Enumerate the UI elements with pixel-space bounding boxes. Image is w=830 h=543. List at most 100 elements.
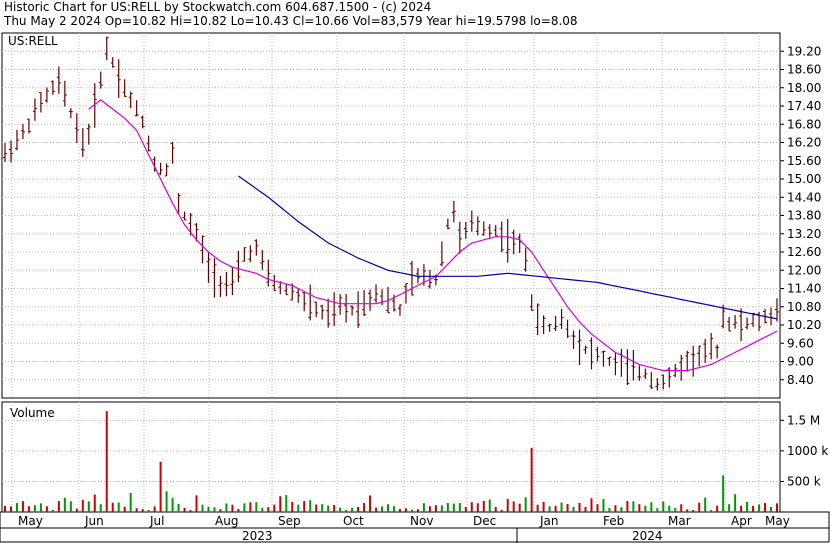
volume-bar (758, 504, 761, 512)
volume-bar (566, 504, 569, 512)
volume-bar (626, 501, 629, 512)
month-label: Feb (603, 514, 624, 528)
volume-bar (27, 506, 30, 512)
volume-bar (452, 503, 455, 512)
volume-bar (572, 506, 575, 512)
volume-bar (267, 507, 270, 512)
volume-bar (63, 497, 66, 512)
volume-bar (285, 495, 288, 512)
volume-bar (381, 506, 384, 512)
month-label: Nov (410, 514, 433, 528)
volume-bar (297, 504, 300, 512)
month-label: Apr (731, 514, 752, 528)
volume-bar (752, 505, 755, 512)
month-label: Oct (343, 514, 364, 528)
price-tick-label: 15.60 (787, 154, 821, 168)
volume-bar (309, 500, 312, 512)
volume-bar (590, 498, 593, 512)
volume-bar (201, 504, 204, 512)
volume-bar (734, 494, 737, 512)
volume-bar (674, 507, 677, 512)
volume-bar (189, 510, 192, 512)
volume-bar (9, 506, 12, 512)
volume-bar (602, 498, 605, 512)
month-label: Jan (539, 514, 559, 528)
price-tick-label: 11.40 (787, 282, 821, 296)
volume-bar (596, 504, 599, 512)
volume-bar (470, 502, 473, 512)
volume-bar (548, 506, 551, 512)
volume-bar (81, 499, 84, 512)
volume-bar (500, 509, 503, 512)
volume-bar (398, 508, 401, 512)
volume-bar (303, 501, 306, 512)
volume-bar (21, 501, 24, 512)
volume-bar (512, 501, 515, 512)
volume-tick-label: 1.5 M (787, 413, 820, 427)
volume-bar (644, 505, 647, 512)
price-volume-chart: 19.20 18.60 18.00 17.40 16.80 16.20 15.60 15.00… (0, 32, 830, 543)
volume-bar (494, 506, 497, 512)
volume-bar (434, 505, 437, 512)
volume-bar (746, 501, 749, 512)
price-tick-label: 14.40 (787, 190, 821, 204)
volume-panel-frame (1, 401, 781, 513)
volume-bar (638, 504, 641, 512)
volume-bar (428, 506, 431, 512)
month-label: Jul (149, 514, 164, 528)
volume-bar (608, 507, 611, 512)
volume-bar (105, 411, 108, 512)
volume-bar (147, 510, 150, 512)
price-tick-label: 10.20 (787, 318, 821, 332)
volume-bar (15, 503, 18, 512)
volume-bar (722, 475, 725, 512)
month-label: Dec (473, 514, 496, 528)
price-tick-label: 19.20 (787, 44, 821, 58)
month-label: Sep (278, 514, 301, 528)
volume-bar (69, 501, 72, 512)
volume-bar (237, 508, 240, 512)
ma-short-line (88, 99, 778, 372)
volume-bar (668, 505, 671, 512)
volume-bar (219, 509, 222, 512)
price-tick-label: 18.60 (787, 63, 821, 77)
volume-bar (339, 507, 342, 512)
volume-bar (363, 503, 366, 512)
month-label: Jun (84, 514, 104, 528)
volume-bar (620, 507, 623, 512)
volume-bar (111, 502, 114, 512)
volume-bar (225, 503, 228, 512)
volume-bar (770, 507, 773, 512)
volume-bar (117, 502, 120, 512)
volume-bar (554, 505, 557, 512)
volume-bar (45, 506, 48, 512)
volume-bar (650, 502, 653, 512)
volume-bar (458, 503, 461, 512)
volume-bar (536, 504, 539, 512)
price-tick-label: 15.00 (787, 172, 821, 186)
volume-bar (249, 502, 252, 512)
year-label: 2024 (632, 529, 663, 543)
volume-bar (87, 501, 90, 512)
volume-bar (440, 505, 443, 512)
volume-bar (656, 508, 659, 512)
volume-bar (51, 509, 54, 512)
volume-bar (578, 502, 581, 512)
volume-bar (141, 509, 144, 512)
volume-bar (75, 508, 78, 512)
volume-bar (261, 508, 264, 512)
volume-bar (243, 503, 246, 512)
volume-bar (446, 503, 449, 512)
price-gridlines (2, 50, 780, 381)
volume-bar (518, 503, 521, 512)
price-tick-label: 13.80 (787, 209, 821, 223)
volume-bar (416, 509, 419, 512)
volume-bar (231, 504, 234, 512)
volume-bar (392, 506, 395, 512)
volume-bar (422, 503, 425, 512)
price-tick-label: 17.40 (787, 99, 821, 113)
volume-bar (345, 509, 348, 512)
volume-bar (321, 504, 324, 512)
volume-bar (542, 501, 545, 512)
year-label: 2023 (242, 529, 273, 543)
